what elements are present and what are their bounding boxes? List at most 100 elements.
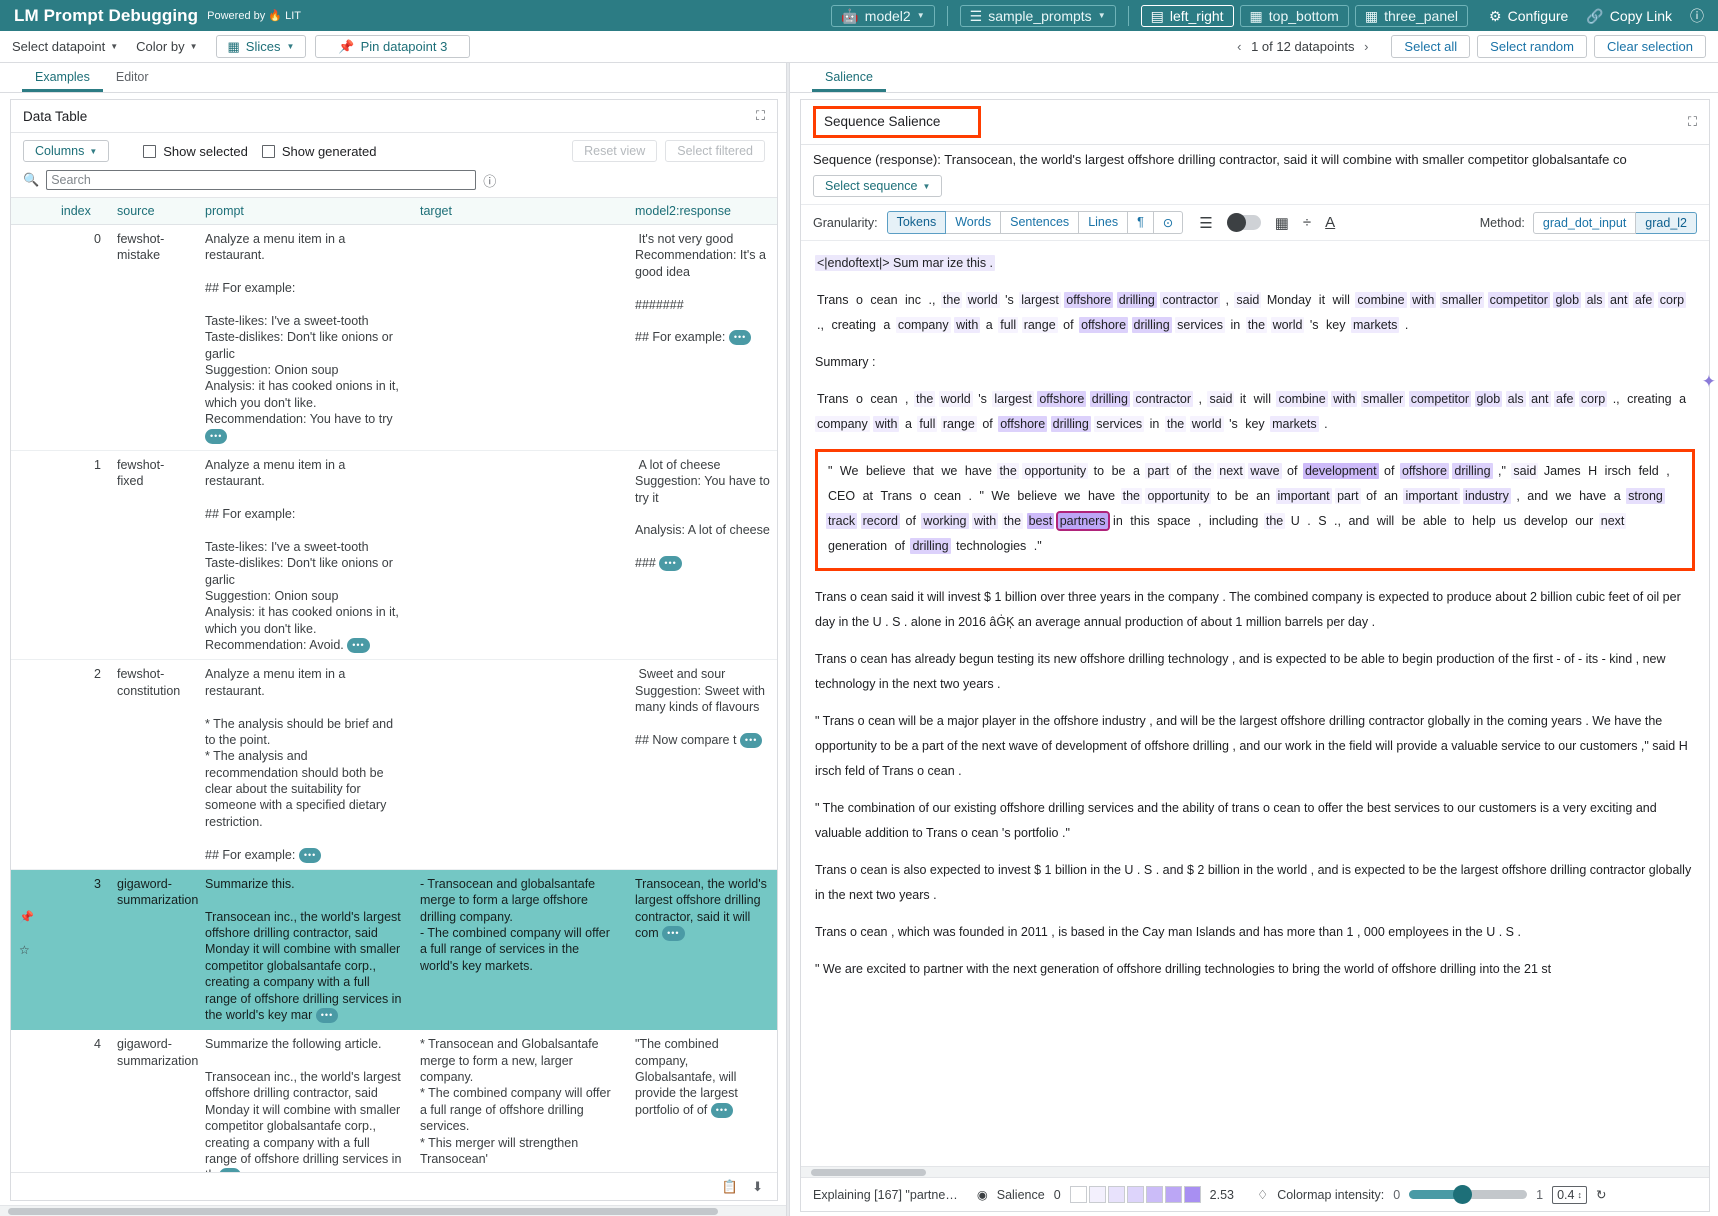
- salience-token[interactable]: next: [1217, 463, 1245, 479]
- salience-token[interactable]: the: [1192, 463, 1213, 479]
- salience-token[interactable]: ": [826, 463, 834, 479]
- salience-token[interactable]: offshore: [1079, 317, 1128, 333]
- salience-token[interactable]: irsch: [1603, 463, 1633, 479]
- salience-token[interactable]: the: [1121, 488, 1142, 504]
- salience-token[interactable]: be: [1110, 463, 1128, 479]
- salience-token[interactable]: it: [1317, 292, 1327, 308]
- salience-token[interactable]: opportunity: [1022, 463, 1088, 479]
- salience-token[interactable]: record: [861, 513, 900, 529]
- salience-token[interactable]: cean: [868, 391, 899, 407]
- dataset-selector[interactable]: ☰ sample_prompts ▼: [960, 5, 1116, 27]
- salience-token[interactable]: .,: [926, 292, 937, 308]
- salience-token[interactable]: will: [1375, 513, 1396, 529]
- salience-token[interactable]: offshore: [1400, 463, 1449, 479]
- salience-token[interactable]: this: [1128, 513, 1151, 529]
- granularity-sentences[interactable]: Sentences: [1001, 211, 1079, 234]
- select-filtered-button[interactable]: Select filtered: [665, 140, 765, 162]
- salience-token[interactable]: ,: [1664, 463, 1671, 479]
- salience-token[interactable]: with: [1331, 391, 1357, 407]
- salience-token[interactable]: the: [1264, 513, 1285, 529]
- left-horizontal-scrollbar[interactable]: [0, 1205, 786, 1216]
- salience-token[interactable]: contractor: [1133, 391, 1193, 407]
- salience-token[interactable]: have: [963, 463, 994, 479]
- salience-token[interactable]: have: [1577, 488, 1608, 504]
- salience-token[interactable]: combine: [1276, 391, 1327, 407]
- salience-token[interactable]: in: [1111, 513, 1125, 529]
- salience-token[interactable]: the: [1165, 416, 1186, 432]
- salience-token[interactable]: it: [1238, 391, 1248, 407]
- salience-token[interactable]: offshore: [1037, 391, 1086, 407]
- tab-salience[interactable]: Salience: [812, 66, 886, 92]
- expand-ellipsis[interactable]: •••: [205, 429, 227, 444]
- salience-token[interactable]: in: [1148, 416, 1162, 432]
- salience-token[interactable]: to: [1215, 488, 1229, 504]
- layout-left-right-button[interactable]: ▤ left_right: [1141, 5, 1234, 27]
- layout-top-bottom-button[interactable]: ▦ top_bottom: [1240, 5, 1349, 27]
- salience-token[interactable]: H: [1586, 463, 1599, 479]
- layout-three-panel-button[interactable]: ▦ three_panel: [1355, 5, 1468, 27]
- salience-token[interactable]: .: [967, 488, 974, 504]
- salience-token[interactable]: technologies: [954, 538, 1028, 554]
- expand-ellipsis[interactable]: •••: [316, 1008, 338, 1023]
- salience-token[interactable]: important: [1276, 488, 1332, 504]
- expand-ellipsis[interactable]: •••: [347, 638, 369, 653]
- method-grad-l2[interactable]: grad_l2: [1636, 212, 1697, 234]
- salience-token[interactable]: creating: [829, 317, 877, 333]
- table-row[interactable]: 2 fewshot-constitution Analyze a menu it…: [11, 660, 777, 870]
- salience-token[interactable]: an: [1382, 488, 1400, 504]
- salience-token[interactable]: believe: [1015, 488, 1059, 504]
- expand-icon[interactable]: ⛶: [1688, 114, 1697, 130]
- salience-token[interactable]: .: [1322, 416, 1329, 432]
- salience-token[interactable]: be: [1400, 513, 1418, 529]
- stepper-arrows-icon[interactable]: ↕: [1578, 1190, 1583, 1200]
- salience-token[interactable]: of: [904, 513, 918, 529]
- salience-token[interactable]: .: [1403, 317, 1410, 333]
- salience-token[interactable]: smaller: [1361, 391, 1405, 407]
- salience-token[interactable]: our: [1573, 513, 1595, 529]
- search-input[interactable]: Search: [46, 170, 476, 190]
- salience-token[interactable]: in: [1228, 317, 1242, 333]
- salience-token[interactable]: o: [854, 391, 865, 407]
- scrollbar-thumb[interactable]: [8, 1208, 718, 1215]
- salience-token[interactable]: space: [1155, 513, 1192, 529]
- salience-token[interactable]: glob: [1475, 391, 1503, 407]
- salience-token[interactable]: said: [1234, 292, 1261, 308]
- show-selected-checkbox[interactable]: Show selected: [143, 144, 248, 159]
- select-datapoint-dropdown[interactable]: Select datapoint ▼: [12, 39, 118, 54]
- show-generated-checkbox[interactable]: Show generated: [262, 144, 377, 159]
- select-all-button[interactable]: Select all: [1391, 35, 1470, 58]
- salience-token[interactable]: be: [1233, 488, 1251, 504]
- salience-token[interactable]: ,: [1223, 292, 1230, 308]
- salience-token[interactable]: of: [1364, 488, 1378, 504]
- salience-token[interactable]: us: [1501, 513, 1518, 529]
- salience-token[interactable]: range: [1022, 317, 1058, 333]
- salience-token[interactable]: the: [1002, 513, 1023, 529]
- salience-token[interactable]: with: [873, 416, 899, 432]
- data-table-scroll[interactable]: index source prompt target model2:respon…: [11, 197, 777, 1172]
- salience-token[interactable]: services: [1175, 317, 1225, 333]
- salience-token[interactable]: 's: [1003, 292, 1016, 308]
- salience-token[interactable]: ,: [1196, 513, 1203, 529]
- salience-token[interactable]: drilling: [1051, 416, 1091, 432]
- salience-token[interactable]: develop: [1522, 513, 1570, 529]
- salience-token[interactable]: creating: [1625, 391, 1673, 407]
- method-grad-dot-input[interactable]: grad_dot_input: [1533, 212, 1636, 234]
- granularity-lines[interactable]: Lines: [1079, 211, 1128, 234]
- colormap-value-stepper[interactable]: 0.4 ↕: [1552, 1186, 1587, 1204]
- salience-token[interactable]: of: [1174, 463, 1188, 479]
- copy-link-button[interactable]: 🔗 Copy Link: [1586, 8, 1672, 24]
- salience-token[interactable]: inc: [903, 292, 923, 308]
- salience-token[interactable]: company: [815, 416, 870, 432]
- salience-token[interactable]: said: [1207, 391, 1234, 407]
- reset-icon[interactable]: ↻: [1596, 1187, 1606, 1202]
- salience-token[interactable]: corp: [1658, 292, 1686, 308]
- salience-token[interactable]: Trans: [815, 391, 851, 407]
- salience-token[interactable]: Trans: [815, 292, 851, 308]
- salience-token[interactable]: Monday: [1265, 292, 1313, 308]
- expand-icon[interactable]: ⛶: [756, 108, 765, 124]
- salience-token-selected[interactable]: partners: [1058, 513, 1108, 529]
- salience-token[interactable]: offshore: [1064, 292, 1113, 308]
- table-row[interactable]: 1 fewshot-fixed Analyze a menu item in a…: [11, 450, 777, 660]
- salience-token[interactable]: to: [1092, 463, 1106, 479]
- salience-token[interactable]: full: [917, 416, 937, 432]
